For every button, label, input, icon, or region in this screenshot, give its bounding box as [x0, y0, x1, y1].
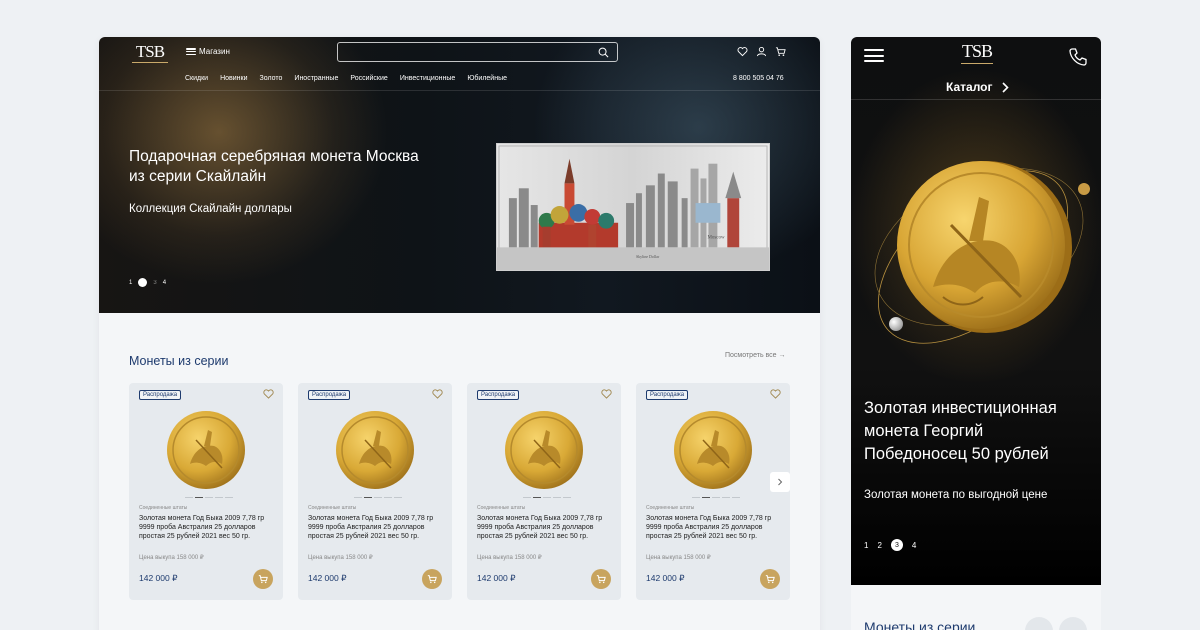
slide-dot-2[interactable]: 2: [138, 278, 148, 287]
product-maker: Соединенные штаты: [646, 505, 695, 511]
catalog-label: Каталог: [946, 80, 993, 94]
slide-dot-3[interactable]: 3: [890, 539, 903, 551]
carousel-next-button[interactable]: [770, 472, 790, 492]
see-all-link[interactable]: Посмотреть все →: [725, 352, 786, 359]
desktop-mockup: TSB Магазин Скидки Новинки Золото Иностр…: [99, 37, 820, 630]
site-logo[interactable]: TSB: [132, 42, 168, 64]
section-title: Монеты из серии: [864, 619, 976, 630]
product-price: 142 000 ₽: [646, 573, 685, 583]
section-title: Монеты из серии: [129, 354, 229, 368]
cart-icon: [765, 575, 775, 584]
slide-dot-3[interactable]: 3: [153, 280, 156, 286]
product-maker: Соединенные штаты: [308, 505, 357, 511]
nav-item-discounts[interactable]: Скидки: [185, 75, 208, 82]
svg-text:Skyline Dollar: Skyline Dollar: [636, 254, 660, 259]
skyline-banknote-image: Moscow Skyline Dollar: [496, 143, 770, 271]
cart-icon: [258, 575, 268, 584]
chevron-right-icon: [778, 478, 783, 486]
heart-icon[interactable]: [601, 389, 612, 399]
carousel-prev-button[interactable]: [1025, 617, 1053, 630]
add-to-cart-button[interactable]: [760, 569, 780, 589]
slide-dot-2[interactable]: 2: [877, 541, 881, 550]
mobile-mockup: TSB Каталог Золотая инвестиционная монет…: [851, 37, 1101, 630]
search-input[interactable]: [344, 46, 594, 58]
product-name[interactable]: Золотая монета Год Быка 2009 7,78 гр 999…: [139, 514, 279, 541]
search-icon[interactable]: [598, 47, 609, 58]
product-card[interactable]: Распродажа Соединенные штаты Золотая мон…: [467, 383, 621, 600]
search-bar: [337, 42, 618, 62]
buyback-price: Цена выкупа 158 000 ₽: [477, 555, 542, 561]
product-name[interactable]: Золотая монета Год Быка 2009 7,78 гр 999…: [308, 514, 448, 541]
add-to-cart-button[interactable]: [591, 569, 611, 589]
hero-banner: TSB Магазин Скидки Новинки Золото Иностр…: [99, 37, 820, 313]
product-card[interactable]: Распродажа Соединенные штаты Золотая мон…: [298, 383, 452, 600]
add-to-cart-button[interactable]: [422, 569, 442, 589]
add-to-cart-button[interactable]: [253, 569, 273, 589]
slide-dot-1[interactable]: 1: [864, 541, 868, 550]
slide-dot-4[interactable]: 4: [912, 541, 916, 550]
nav-item-investment[interactable]: Инвестиционные: [400, 75, 456, 82]
phone-number[interactable]: 8 800 505 04 76: [733, 75, 784, 82]
product-price: 142 000 ₽: [308, 573, 347, 583]
slide-dot-4[interactable]: 4: [163, 280, 166, 286]
phone-icon[interactable]: [1068, 47, 1088, 67]
buyback-price: Цена выкупа 158 000 ₽: [139, 555, 204, 561]
cart-icon: [596, 575, 606, 584]
product-maker: Соединенные штаты: [139, 505, 188, 511]
heart-icon[interactable]: [737, 46, 748, 57]
coin-image: [874, 161, 1090, 344]
svg-text:Moscow: Moscow: [707, 236, 725, 241]
mobile-hero-banner: TSB Каталог Золотая инвестиционная монет…: [851, 37, 1101, 585]
hero-pagination: 1 2 3 4: [864, 539, 916, 551]
menu-icon[interactable]: [186, 48, 196, 55]
product-carousel: Распродажа Соединенные штаты Золотая мон…: [129, 383, 790, 600]
sale-badge: Распродажа: [308, 390, 351, 400]
site-header: TSB Магазин Скидки Новинки Золото Иностр…: [99, 37, 820, 91]
coin-image: [167, 411, 245, 489]
product-maker: Соединенные штаты: [477, 505, 526, 511]
shop-menu-label[interactable]: Магазин: [199, 47, 230, 56]
hero-title: Подарочная серебряная монета Москва из с…: [129, 148, 419, 185]
site-logo[interactable]: TSB: [961, 41, 993, 67]
user-icon[interactable]: [756, 46, 767, 57]
catalog-link[interactable]: Каталог: [946, 80, 1009, 94]
chevron-right-icon: [1001, 81, 1009, 93]
product-card[interactable]: Распродажа Соединенные штаты Золотая мон…: [129, 383, 283, 600]
product-price: 142 000 ₽: [477, 573, 516, 583]
coin-image: [505, 411, 583, 489]
cart-icon[interactable]: [775, 46, 786, 57]
nav-item-jubilee[interactable]: Юбилейные: [467, 75, 507, 82]
coin-image: [674, 411, 752, 489]
nav-item-russian[interactable]: Российские: [350, 75, 387, 82]
heart-icon[interactable]: [263, 389, 274, 399]
hero-subtitle: Коллекция Скайлайн доллары: [129, 203, 292, 215]
product-name[interactable]: Золотая монета Год Быка 2009 7,78 гр 999…: [646, 514, 786, 541]
category-nav: Скидки Новинки Золото Иностранные Россий…: [185, 75, 519, 82]
sale-badge: Распродажа: [646, 390, 689, 400]
coin-image: [336, 411, 414, 489]
heart-icon[interactable]: [770, 389, 781, 399]
nav-item-new[interactable]: Новинки: [220, 75, 247, 82]
product-name[interactable]: Золотая монета Год Быка 2009 7,78 гр 999…: [477, 514, 617, 541]
product-card[interactable]: Распродажа Соединенные штаты Золотая мон…: [636, 383, 790, 600]
buyback-price: Цена выкупа 158 000 ₽: [646, 555, 711, 561]
carousel-next-button[interactable]: [1059, 617, 1087, 630]
sale-badge: Распродажа: [477, 390, 520, 400]
hero-subtitle: Золотая монета по выгодной цене: [864, 489, 1048, 501]
product-price: 142 000 ₽: [139, 573, 178, 583]
buyback-price: Цена выкупа 158 000 ₽: [308, 555, 373, 561]
heart-icon[interactable]: [432, 389, 443, 399]
nav-item-foreign[interactable]: Иностранные: [294, 75, 338, 82]
sale-badge: Распродажа: [139, 390, 182, 400]
cart-icon: [427, 575, 437, 584]
menu-icon[interactable]: [864, 49, 884, 62]
nav-item-gold[interactable]: Золото: [260, 75, 283, 82]
slide-dot-1[interactable]: 1: [129, 280, 132, 286]
hero-title: Золотая инвестиционная монета Георгий По…: [864, 399, 1057, 463]
hero-pagination: 1 2 3 4: [129, 278, 166, 287]
